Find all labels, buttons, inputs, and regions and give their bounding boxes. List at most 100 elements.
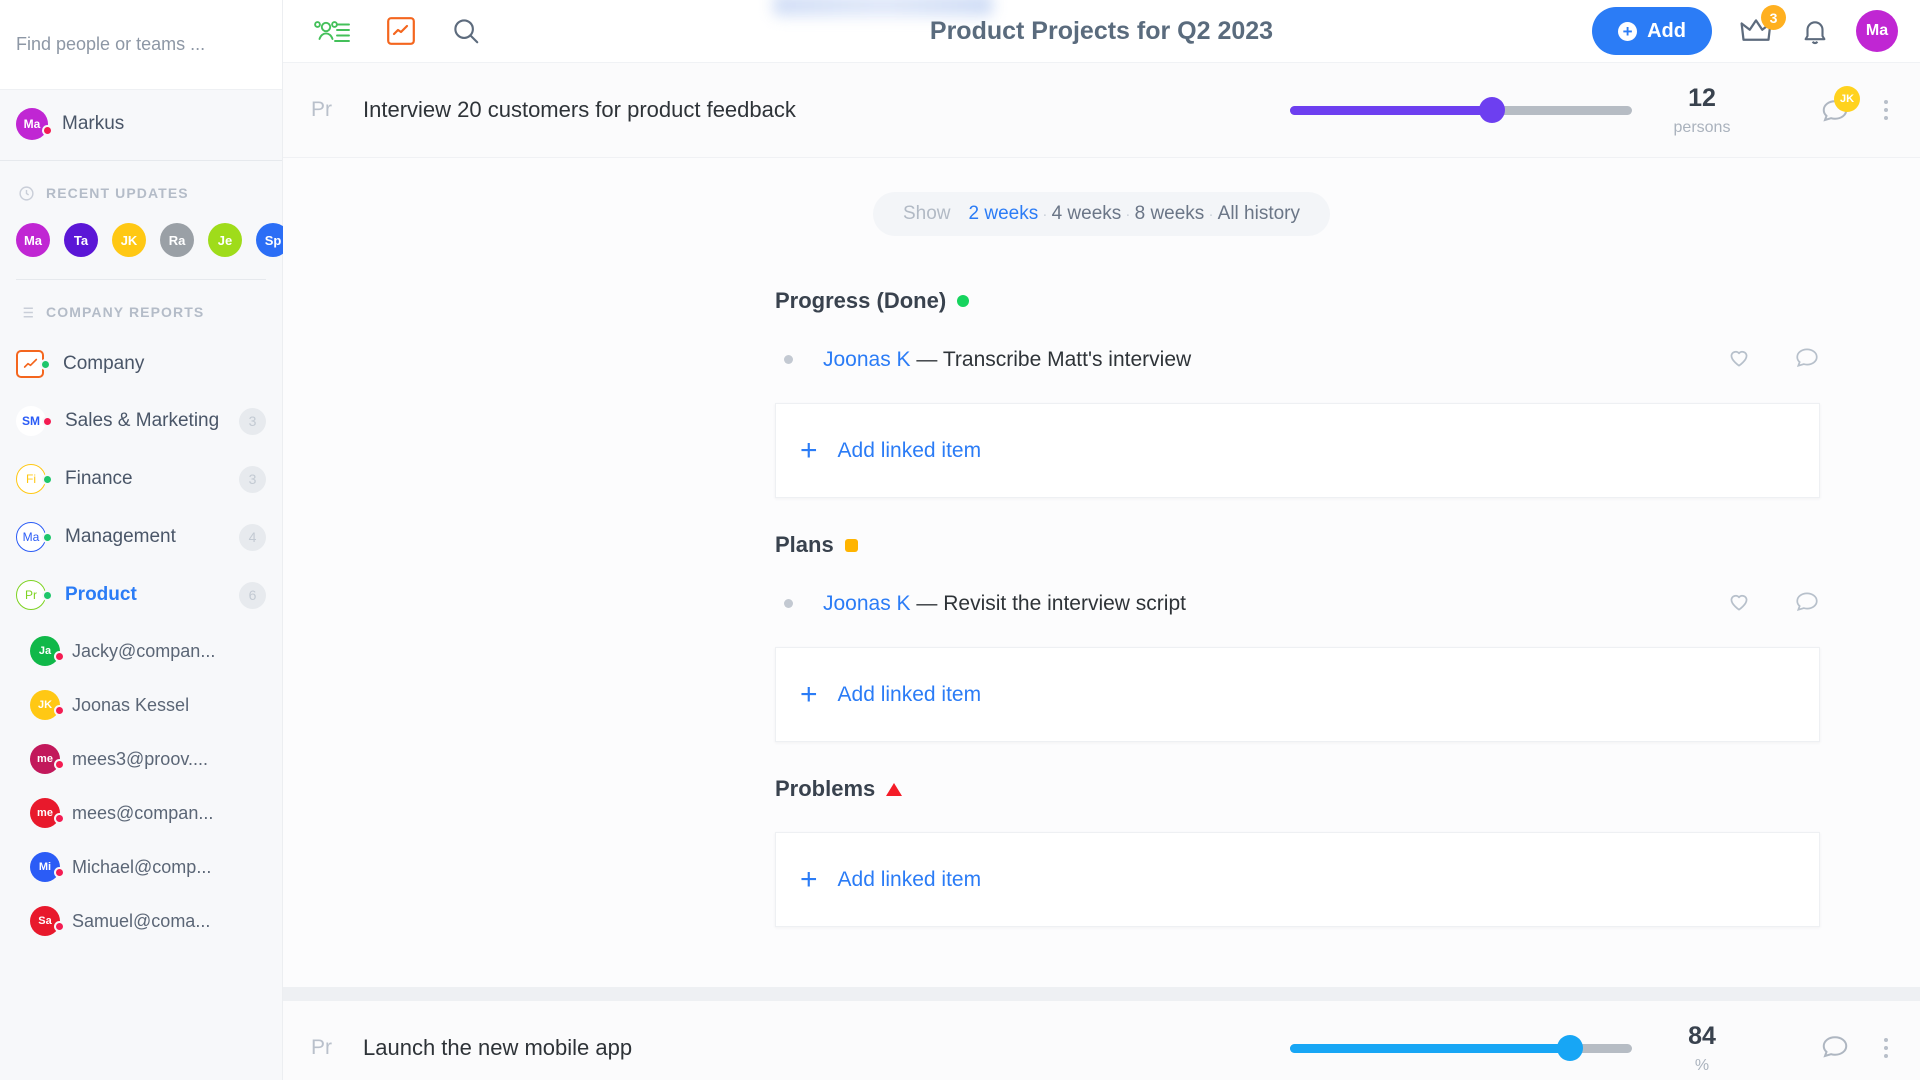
option-separator: · xyxy=(1121,206,1135,223)
progress-slider[interactable] xyxy=(1290,1035,1632,1061)
option-separator: · xyxy=(1204,206,1218,223)
report-chart-icon[interactable] xyxy=(387,17,415,45)
search-icon[interactable] xyxy=(451,16,481,46)
linked-item-icons xyxy=(1726,588,1820,619)
status-dot xyxy=(54,921,65,932)
show-option-2-weeks[interactable]: 2 weeks xyxy=(969,203,1039,224)
comment-icon[interactable] xyxy=(1794,588,1820,619)
sidebar-item-management[interactable]: Ma Management 4 xyxy=(0,508,282,566)
status-dot xyxy=(54,651,65,662)
group-heading: Problems xyxy=(775,776,1920,802)
list-icon xyxy=(16,302,36,322)
recent-avatar[interactable]: Ma xyxy=(16,223,50,257)
current-user-row[interactable]: Ma Markus xyxy=(0,90,282,161)
project-row-icons xyxy=(1772,1031,1892,1066)
show-option-all-history[interactable]: All history xyxy=(1218,203,1300,224)
show-option-8-weeks[interactable]: 8 weeks xyxy=(1135,203,1205,224)
content-scroll[interactable]: Pr Interview 20 customers for product fe… xyxy=(283,63,1920,1080)
group-title: Progress (Done) xyxy=(775,288,947,313)
sidebar-person-item[interactable]: Mi Michael@comp... xyxy=(0,840,282,894)
metric-value: 12 xyxy=(1688,83,1716,112)
status-dot xyxy=(54,759,65,770)
like-heart-icon[interactable] xyxy=(1726,344,1752,375)
progress-slider-wrap xyxy=(1290,97,1632,123)
search-input[interactable] xyxy=(16,34,266,55)
add-linked-item-label: Add linked item xyxy=(837,438,982,462)
show-label: Show xyxy=(902,203,951,224)
recent-avatar[interactable]: Ta xyxy=(64,223,98,257)
project-tag: Pr xyxy=(311,1036,332,1059)
crown-button[interactable]: 3 xyxy=(1738,5,1786,46)
progress-slider-wrap xyxy=(1290,1035,1632,1061)
avatar: me xyxy=(30,744,65,774)
recent-updates-label: RECENT UPDATES xyxy=(46,185,189,201)
slider-fill xyxy=(1290,105,1492,115)
sidebar-item-finance[interactable]: Fi Finance 3 xyxy=(0,450,282,508)
avatar-initials: Sa xyxy=(38,915,52,927)
status-dot xyxy=(54,705,65,716)
recent-avatar[interactable]: Ra xyxy=(160,223,194,257)
add-linked-item-button[interactable]: + Add linked item xyxy=(775,832,1820,927)
item-count-badge: 3 xyxy=(239,407,266,435)
avatar-initials: Ja xyxy=(38,645,52,657)
metric-unit: % xyxy=(1694,1056,1710,1074)
company-reports-label: COMPANY REPORTS xyxy=(46,304,205,320)
people-group-icon[interactable] xyxy=(311,17,351,45)
row-menu-button[interactable] xyxy=(1880,1034,1892,1062)
avatar-initials: Ta xyxy=(73,232,89,248)
like-heart-icon[interactable] xyxy=(1726,588,1752,619)
add-linked-item-label: Add linked item xyxy=(837,682,982,706)
project-metric: 12 persons xyxy=(1632,84,1772,137)
avatar-initials: Ma xyxy=(23,117,41,131)
comment-icon[interactable] xyxy=(1820,1031,1850,1066)
project-tag: Pr xyxy=(311,98,332,121)
add-button[interactable]: + Add xyxy=(1592,7,1712,55)
status-dot xyxy=(42,531,53,543)
sidebar-item-company[interactable]: Company xyxy=(0,336,282,392)
status-marker-square xyxy=(844,538,858,552)
plus-icon: + xyxy=(800,862,818,896)
sidebar-person-item[interactable]: me mees3@proov.... xyxy=(0,732,282,786)
add-linked-item-button[interactable]: + Add linked item xyxy=(775,647,1820,742)
slider-knob[interactable] xyxy=(1478,97,1505,123)
comment-button[interactable]: JK xyxy=(1820,86,1860,125)
linked-item[interactable]: Joonas K — Transcribe Matt's interview xyxy=(775,344,1920,375)
group-progress-done: Progress (Done) Joonas K — Transcribe Mat… xyxy=(283,288,1920,498)
status-dot xyxy=(42,415,53,427)
sidebar-person-item[interactable]: JK Joonas Kessel xyxy=(0,678,282,732)
sidebar-person-item[interactable]: Ja Jacky@compan... xyxy=(0,624,282,678)
add-linked-item-label: Add linked item xyxy=(837,867,982,891)
add-linked-item-button[interactable]: + Add linked item xyxy=(775,403,1820,498)
plus-icon: + xyxy=(800,433,818,467)
status-dot xyxy=(42,125,53,136)
recent-avatar[interactable]: Je xyxy=(208,223,242,257)
linked-item-author[interactable]: Joonas K xyxy=(823,348,911,371)
group-plans: Plans Joonas K — Revisit the interview sc… xyxy=(283,532,1920,742)
project-row[interactable]: Pr Interview 20 customers for product fe… xyxy=(283,63,1920,158)
sidebar-item-sales-marketing[interactable]: SM Sales & Marketing 3 xyxy=(0,392,282,450)
recent-avatar[interactable]: JK xyxy=(112,223,146,257)
sidebar-person-item[interactable]: Sa Samuel@coma... xyxy=(0,894,282,948)
project-title: Interview 20 customers for product feedb… xyxy=(363,97,796,122)
notifications-bell-icon[interactable] xyxy=(1800,16,1830,46)
comment-icon[interactable] xyxy=(1794,344,1820,375)
user-avatar[interactable]: Ma xyxy=(1856,10,1898,52)
status-marker-triangle xyxy=(886,782,903,796)
show-option-4-weeks[interactable]: 4 weeks xyxy=(1052,203,1122,224)
item-count-badge: 6 xyxy=(239,581,266,609)
status-dot xyxy=(42,589,53,601)
project-row[interactable]: Pr Launch the new mobile app 84% xyxy=(283,1001,1920,1080)
avatar: Mi xyxy=(30,852,65,882)
sidebar-item-product[interactable]: Pr Product 6 xyxy=(0,566,282,624)
row-menu-button[interactable] xyxy=(1880,96,1892,124)
avatar: me xyxy=(30,798,65,828)
show-options: 2 weeks · 4 weeks · 8 weeks · All histor… xyxy=(969,203,1301,225)
linked-item[interactable]: Joonas K — Revisit the interview script xyxy=(775,588,1920,619)
progress-slider[interactable] xyxy=(1290,97,1632,123)
search-container xyxy=(0,0,282,90)
linked-item-author[interactable]: Joonas K xyxy=(823,592,911,615)
avatar-initials: Mi xyxy=(38,861,52,873)
slider-knob[interactable] xyxy=(1557,1035,1584,1061)
company-reports-list: Company SM Sales & Marketing 3 Fi Finance 3 Ma M… xyxy=(0,336,282,624)
sidebar-person-item[interactable]: me mees@compan... xyxy=(0,786,282,840)
